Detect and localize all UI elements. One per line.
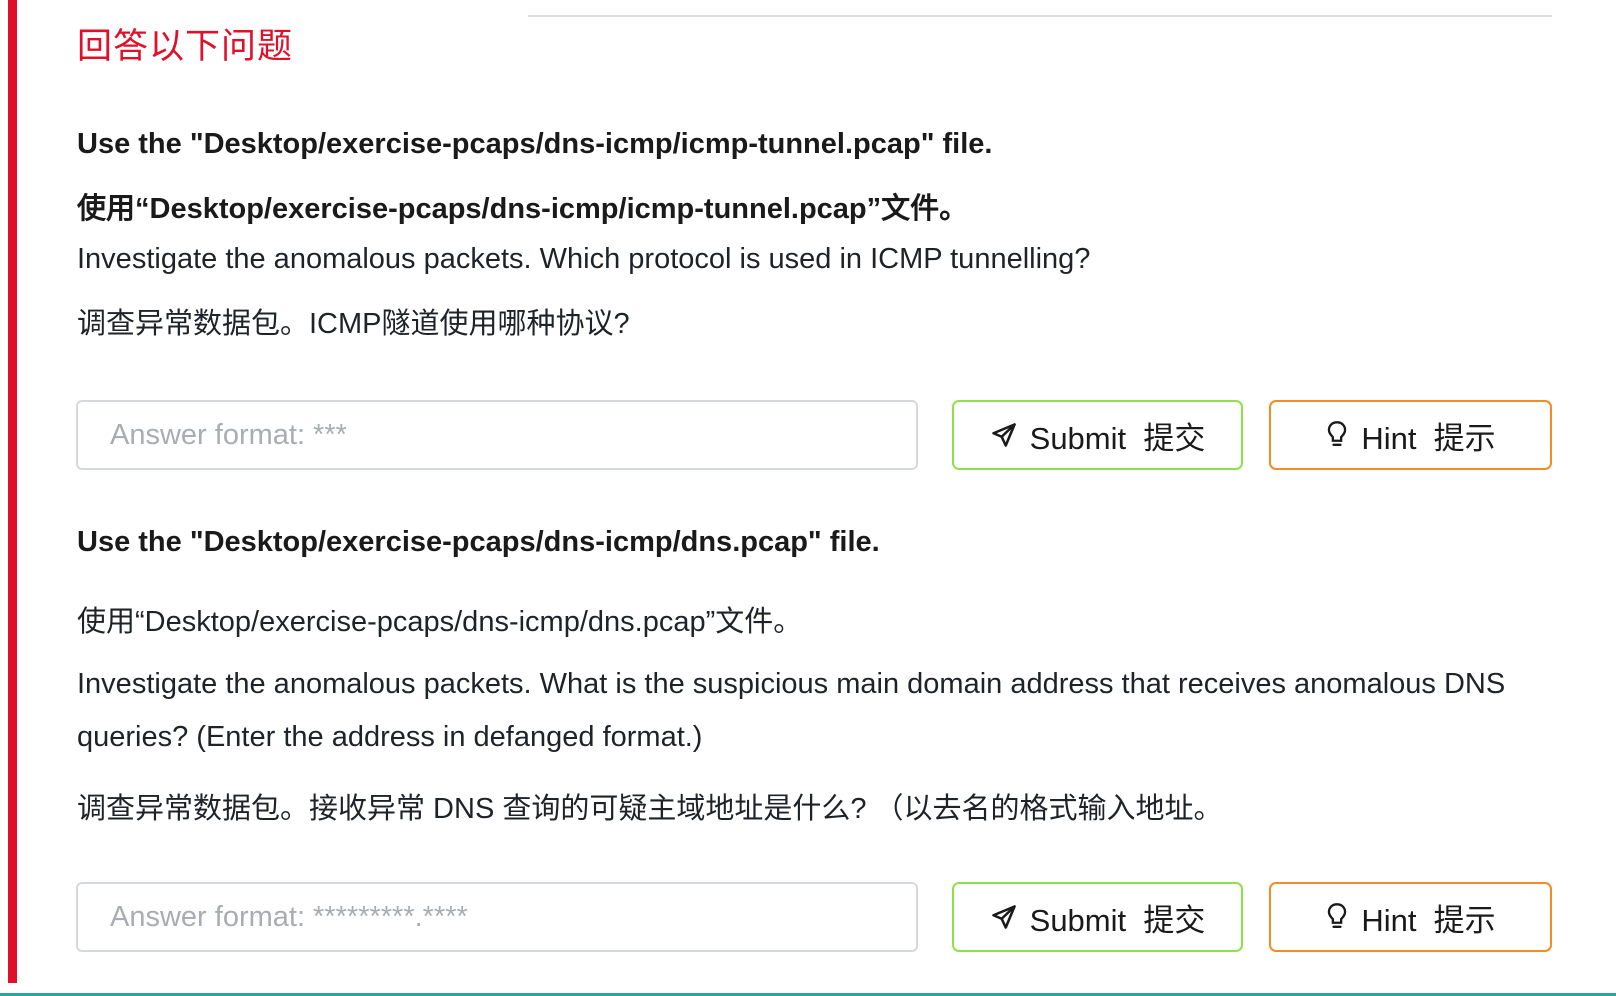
- q1-question-zh: 调查异常数据包。ICMP隧道使用哪种协议?: [77, 308, 630, 340]
- q2-question-zh: 调查异常数据包。接收异常 DNS 查询的可疑主域地址是什么? （以去名的格式输入…: [77, 793, 1223, 825]
- lightbulb-icon: [1325, 420, 1349, 450]
- divider-line: [528, 15, 1552, 17]
- send-icon: [990, 421, 1018, 449]
- q1-file-en: Use the "Desktop/exercise-pcaps/dns-icmp…: [77, 128, 993, 160]
- q2-hint-label: Hint 提示: [1361, 902, 1496, 938]
- q2-answer-input[interactable]: [76, 882, 918, 952]
- q1-submit-button[interactable]: Submit 提交: [952, 400, 1243, 470]
- lightbulb-icon: [1325, 902, 1349, 932]
- q2-hint-button[interactable]: Hint 提示: [1269, 882, 1552, 952]
- send-icon: [990, 903, 1018, 931]
- q1-hint-button[interactable]: Hint 提示: [1269, 400, 1552, 470]
- q2-file-en: Use the "Desktop/exercise-pcaps/dns-icmp…: [77, 526, 880, 558]
- q1-question-en: Investigate the anomalous packets. Which…: [77, 243, 1091, 275]
- q2-file-zh: 使用“Desktop/exercise-pcaps/dns-icmp/dns.p…: [77, 606, 803, 638]
- q1-answer-input[interactable]: [76, 400, 918, 470]
- section-accent-bar: [8, 0, 17, 983]
- q1-file-zh: 使用“Desktop/exercise-pcaps/dns-icmp/icmp-…: [77, 193, 969, 225]
- section-heading: 回答以下问题: [77, 27, 294, 66]
- q2-question-en: Investigate the anomalous packets. What …: [77, 668, 1506, 753]
- q1-submit-label: Submit 提交: [1029, 420, 1206, 456]
- q1-hint-label: Hint 提示: [1361, 420, 1496, 456]
- q2-submit-label: Submit 提交: [1029, 902, 1206, 938]
- q2-submit-button[interactable]: Submit 提交: [952, 882, 1243, 952]
